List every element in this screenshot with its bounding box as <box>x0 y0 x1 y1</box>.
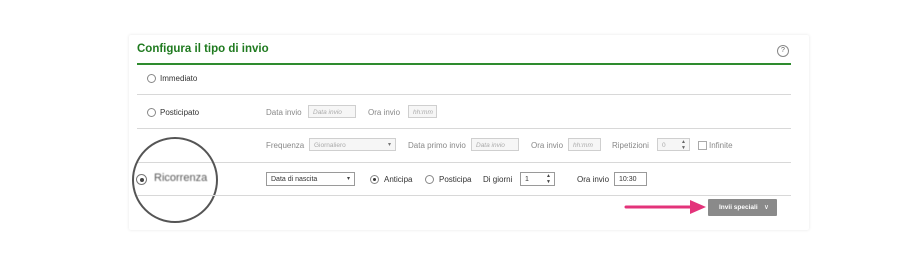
chevron-down-icon: ▾ <box>346 176 350 182</box>
row-divider <box>137 162 791 163</box>
row-divider <box>137 128 791 129</box>
stepper-arrows-icon[interactable]: ▲ ▼ <box>681 139 686 151</box>
first-date-field[interactable]: Data invio <box>471 138 519 151</box>
title-underline <box>137 63 791 65</box>
stepper-arrows-icon[interactable]: ▲ ▼ <box>546 173 551 185</box>
repetitions-value: 0 <box>662 142 666 149</box>
special-sends-label: Invii speciali <box>719 204 758 211</box>
days-label: Di giorni <box>483 175 513 184</box>
chevron-down-icon: ∨ <box>763 204 769 211</box>
infinite-checkbox[interactable] <box>698 141 707 150</box>
row-divider <box>137 195 791 196</box>
ricorrenza-time-field[interactable]: 10:30 <box>614 172 647 186</box>
help-icon[interactable]: ? <box>777 45 789 57</box>
config-time-label: Ora invio <box>531 141 564 150</box>
radio-anticipa[interactable] <box>370 175 379 184</box>
date-type-value: Data di nascita <box>271 176 318 183</box>
radio-posticipato[interactable] <box>147 108 156 117</box>
ricorrenza-label: Ricorrenza <box>154 172 208 184</box>
radio-immediato[interactable] <box>147 74 156 83</box>
section-title: Configura il tipo di invio <box>137 43 269 55</box>
days-stepper[interactable]: 1 ▲ ▼ <box>520 172 555 186</box>
repetitions-label: Ripetizioni <box>612 141 649 150</box>
immediato-label: Immediato <box>160 74 198 83</box>
repetitions-stepper[interactable]: 0 ▲ ▼ <box>657 138 690 151</box>
anticipa-label: Anticipa <box>384 175 413 184</box>
frequency-value: Giornaliero <box>314 142 346 149</box>
ricorrenza-time-label: Ora invio <box>577 175 610 184</box>
posticipato-time-label: Ora invio <box>368 108 401 117</box>
posticipato-label: Posticipato <box>160 108 200 117</box>
posticipa-label: Posticipa <box>439 175 472 184</box>
chevron-down-icon: ▾ <box>387 142 391 148</box>
row-divider <box>137 94 791 95</box>
config-time-field[interactable]: hh:mm <box>568 138 601 151</box>
days-value: 1 <box>525 176 529 183</box>
frequency-label: Frequenza <box>266 141 305 150</box>
infinite-label: Infinite <box>709 141 733 150</box>
date-type-select[interactable]: Data di nascita ▾ <box>266 172 355 186</box>
radio-ricorrenza[interactable] <box>136 174 147 185</box>
special-sends-button[interactable]: Invii speciali ∨ <box>708 199 777 216</box>
frequency-select[interactable]: Giornaliero ▾ <box>309 138 396 151</box>
posticipato-date-label: Data invio <box>266 108 302 117</box>
posticipato-time-field[interactable]: hh:mm <box>408 105 437 118</box>
radio-posticipa[interactable] <box>425 175 434 184</box>
posticipato-date-field[interactable]: Data invio <box>308 105 356 118</box>
pointer-arrow-icon <box>624 200 706 214</box>
first-date-label: Data primo invio <box>408 141 466 150</box>
